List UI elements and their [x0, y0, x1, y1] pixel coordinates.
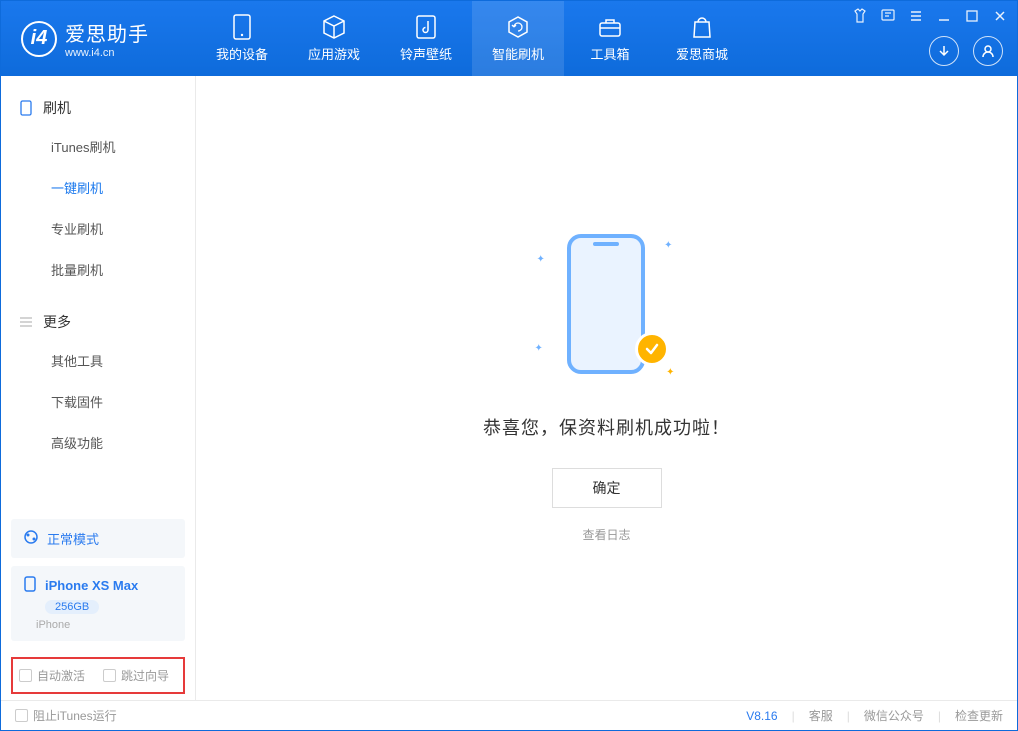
- sidebar-item-firmware[interactable]: 下载固件: [1, 381, 195, 422]
- nav-tab-store[interactable]: 爱思商城: [656, 1, 748, 76]
- phone-illustration: [567, 234, 645, 374]
- nav-tabs: 我的设备 应用游戏 铃声壁纸 智能刷机 工具箱 爱思商城: [196, 1, 748, 76]
- sparkle-icon: ✦: [537, 254, 545, 265]
- storage-badge: 256GB: [45, 600, 99, 614]
- sidebar-section-flash: 刷机: [1, 86, 195, 126]
- music-icon: [413, 14, 439, 40]
- sidebar-item-othertools[interactable]: 其他工具: [1, 340, 195, 381]
- mode-icon: [23, 529, 39, 548]
- device-cards: 正常模式 iPhone XS Max 256GB iPhone: [1, 509, 195, 651]
- check-icon: [635, 332, 669, 366]
- statusbar: 阻止iTunes运行 V8.16 | 客服 | 微信公众号 | 检查更新: [1, 700, 1017, 730]
- sparkle-icon: ✦: [666, 367, 674, 378]
- device-icon: [229, 14, 255, 40]
- toolbox-icon: [597, 14, 623, 40]
- sidebar-item-itunes[interactable]: iTunes刷机: [1, 126, 195, 167]
- app-url: www.i4.cn: [65, 47, 149, 59]
- device-card[interactable]: iPhone XS Max 256GB iPhone: [11, 566, 185, 641]
- minimize-button[interactable]: [935, 7, 953, 25]
- nav-tab-label: 我的设备: [216, 44, 268, 63]
- sidebar-item-onekey[interactable]: 一键刷机: [1, 167, 195, 208]
- nav-tab-device[interactable]: 我的设备: [196, 1, 288, 76]
- close-button[interactable]: [991, 7, 1009, 25]
- nav-tab-toolbox[interactable]: 工具箱: [564, 1, 656, 76]
- maximize-button[interactable]: [963, 7, 981, 25]
- window-controls: [851, 7, 1009, 25]
- app-name: 爱思助手: [65, 18, 149, 47]
- auto-activate-checkbox[interactable]: 自动激活: [19, 667, 85, 684]
- nav-tab-label: 爱思商城: [676, 44, 728, 63]
- nav-tab-flash[interactable]: 智能刷机: [472, 1, 564, 76]
- footer-right: V8.16 | 客服 | 微信公众号 | 检查更新: [746, 707, 1003, 724]
- version-label: V8.16: [746, 709, 777, 723]
- sidebar-item-pro[interactable]: 专业刷机: [1, 208, 195, 249]
- logo-icon: i4: [21, 21, 57, 57]
- header-actions: [929, 36, 1003, 66]
- download-button[interactable]: [929, 36, 959, 66]
- section-title: 刷机: [43, 98, 71, 118]
- skip-wizard-checkbox[interactable]: 跳过向导: [103, 667, 169, 684]
- nav-tab-ringtone[interactable]: 铃声壁纸: [380, 1, 472, 76]
- sidebar-item-batch[interactable]: 批量刷机: [1, 249, 195, 290]
- logo[interactable]: i4 爱思助手 www.i4.cn: [1, 18, 196, 59]
- checkbox-label: 跳过向导: [121, 667, 169, 684]
- checkbox-icon: [15, 709, 28, 722]
- bag-icon: [689, 14, 715, 40]
- support-link[interactable]: 客服: [809, 707, 833, 724]
- sparkle-icon: ✦: [535, 343, 543, 354]
- view-log-link[interactable]: 查看日志: [582, 526, 630, 543]
- nav-tab-apps[interactable]: 应用游戏: [288, 1, 380, 76]
- update-link[interactable]: 检查更新: [955, 707, 1003, 724]
- section-title: 更多: [43, 312, 71, 332]
- sidebar: 刷机 iTunes刷机 一键刷机 专业刷机 批量刷机 更多 其他工具 下载固件 …: [1, 76, 196, 700]
- shirt-icon[interactable]: [851, 7, 869, 25]
- checkbox-label: 阻止iTunes运行: [33, 707, 117, 724]
- checkbox-icon: [19, 669, 32, 682]
- device-type: iPhone: [36, 619, 173, 631]
- mode-card[interactable]: 正常模式: [11, 519, 185, 558]
- cube-icon: [321, 14, 347, 40]
- sidebar-section-more: 更多: [1, 300, 195, 340]
- phone-icon: [19, 101, 33, 115]
- phone-icon: [23, 576, 37, 595]
- nav-tab-label: 智能刷机: [492, 44, 544, 63]
- highlighted-options: 自动激活 跳过向导: [11, 657, 185, 694]
- sparkle-icon: ✦: [664, 240, 672, 251]
- wechat-link[interactable]: 微信公众号: [864, 707, 924, 724]
- list-icon: [19, 315, 33, 329]
- mode-label: 正常模式: [47, 529, 99, 548]
- checkbox-label: 自动激活: [37, 667, 85, 684]
- checkbox-icon: [103, 669, 116, 682]
- refresh-icon: [505, 14, 531, 40]
- nav-tab-label: 铃声壁纸: [400, 44, 452, 63]
- success-illustration: ✦ ✦ ✦ ✦: [547, 234, 667, 384]
- success-message: 恭喜您，保资料刷机成功啦！: [483, 414, 730, 440]
- titlebar: i4 爱思助手 www.i4.cn 我的设备 应用游戏 铃声壁纸 智能刷机: [1, 1, 1017, 76]
- main-panel: ✦ ✦ ✦ ✦ 恭喜您，保资料刷机成功啦！ 确定 查看日志: [196, 76, 1017, 700]
- nav-tab-label: 工具箱: [590, 44, 629, 63]
- sidebar-item-advanced[interactable]: 高级功能: [1, 422, 195, 463]
- block-itunes-checkbox[interactable]: 阻止iTunes运行: [15, 707, 117, 724]
- body: 刷机 iTunes刷机 一键刷机 专业刷机 批量刷机 更多 其他工具 下载固件 …: [1, 76, 1017, 700]
- ok-button[interactable]: 确定: [552, 468, 662, 508]
- user-button[interactable]: [973, 36, 1003, 66]
- menu-icon[interactable]: [907, 7, 925, 25]
- app-window: i4 爱思助手 www.i4.cn 我的设备 应用游戏 铃声壁纸 智能刷机: [0, 0, 1018, 731]
- nav-tab-label: 应用游戏: [308, 44, 360, 63]
- feedback-icon[interactable]: [879, 7, 897, 25]
- device-name: iPhone XS Max: [45, 578, 138, 593]
